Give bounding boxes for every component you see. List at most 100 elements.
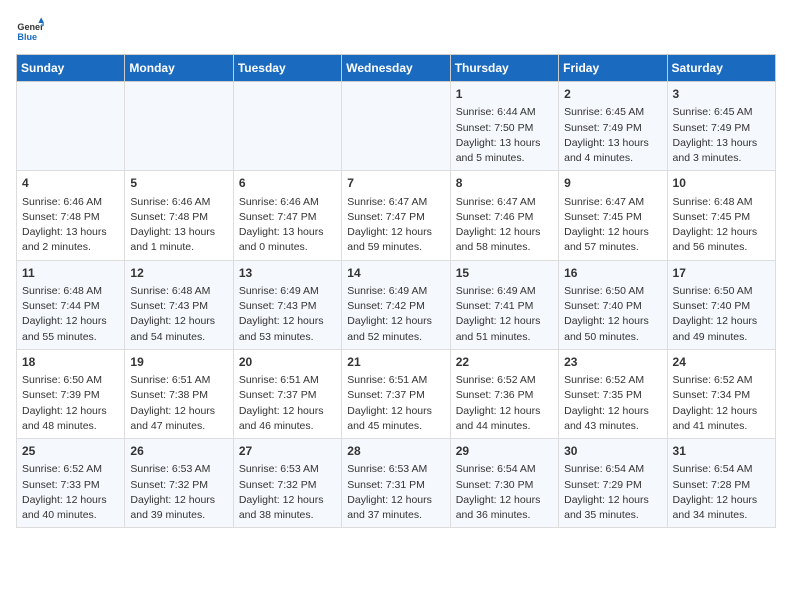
day-detail: Daylight: 12 hours [22, 314, 119, 329]
day-detail: Daylight: 12 hours [673, 404, 770, 419]
day-detail: Daylight: 12 hours [22, 493, 119, 508]
day-detail: Sunrise: 6:53 AM [347, 462, 444, 477]
day-detail: and 3 minutes. [673, 151, 770, 166]
day-number: 19 [130, 354, 227, 371]
day-detail: and 52 minutes. [347, 330, 444, 345]
calendar-cell: 30 Sunrise: 6:54 AMSunset: 7:29 PMDayligh… [559, 439, 667, 528]
day-detail: and 43 minutes. [564, 419, 661, 434]
day-number: 10 [673, 175, 770, 192]
day-detail: Sunset: 7:39 PM [22, 388, 119, 403]
weekday-header-sunday: Sunday [17, 55, 125, 82]
day-detail: Daylight: 12 hours [564, 314, 661, 329]
day-number: 18 [22, 354, 119, 371]
day-detail: Daylight: 12 hours [347, 493, 444, 508]
day-detail: Sunrise: 6:53 AM [130, 462, 227, 477]
weekday-header-saturday: Saturday [667, 55, 775, 82]
calendar-cell: 7Sunrise: 6:47 AMSunset: 7:47 PMDaylight… [342, 171, 450, 260]
day-detail: Sunrise: 6:54 AM [673, 462, 770, 477]
day-detail: and 38 minutes. [239, 508, 336, 523]
day-detail: Sunrise: 6:52 AM [22, 462, 119, 477]
day-number: 25 [22, 443, 119, 460]
day-number: 29 [456, 443, 553, 460]
day-detail: Sunset: 7:38 PM [130, 388, 227, 403]
day-detail: Sunset: 7:41 PM [456, 299, 553, 314]
day-detail: Sunrise: 6:49 AM [239, 284, 336, 299]
calendar-cell: 6Sunrise: 6:46 AMSunset: 7:47 PMDaylight… [233, 171, 341, 260]
day-detail: Sunrise: 6:48 AM [130, 284, 227, 299]
day-detail: Sunrise: 6:49 AM [456, 284, 553, 299]
day-detail: Daylight: 12 hours [239, 404, 336, 419]
day-detail: and 0 minutes. [239, 240, 336, 255]
day-detail: Sunrise: 6:53 AM [239, 462, 336, 477]
calendar-cell: 24Sunrise: 6:52 AMSunset: 7:34 PMDayligh… [667, 349, 775, 438]
day-detail: and 50 minutes. [564, 330, 661, 345]
day-detail: Daylight: 13 hours [130, 225, 227, 240]
day-number: 27 [239, 443, 336, 460]
day-number: 5 [130, 175, 227, 192]
day-detail: Sunset: 7:34 PM [673, 388, 770, 403]
day-detail: Daylight: 12 hours [239, 493, 336, 508]
day-detail: Sunset: 7:29 PM [564, 478, 661, 493]
calendar-cell: 1Sunrise: 6:44 AMSunset: 7:50 PMDaylight… [450, 82, 558, 171]
day-detail: and 48 minutes. [22, 419, 119, 434]
day-detail: and 57 minutes. [564, 240, 661, 255]
weekday-header-wednesday: Wednesday [342, 55, 450, 82]
day-detail: Daylight: 12 hours [456, 225, 553, 240]
day-detail: and 58 minutes. [456, 240, 553, 255]
day-detail: Daylight: 12 hours [673, 493, 770, 508]
day-detail: Sunset: 7:31 PM [347, 478, 444, 493]
calendar-week-1: 1Sunrise: 6:44 AMSunset: 7:50 PMDaylight… [17, 82, 776, 171]
day-detail: Sunrise: 6:47 AM [456, 195, 553, 210]
day-detail: Sunset: 7:43 PM [130, 299, 227, 314]
day-detail: Sunrise: 6:51 AM [130, 373, 227, 388]
day-number: 9 [564, 175, 661, 192]
day-detail: and 55 minutes. [22, 330, 119, 345]
day-detail: Daylight: 13 hours [239, 225, 336, 240]
day-detail: Sunset: 7:45 PM [564, 210, 661, 225]
day-detail: and 44 minutes. [456, 419, 553, 434]
calendar-cell: 15Sunrise: 6:49 AMSunset: 7:41 PMDayligh… [450, 260, 558, 349]
day-detail: Daylight: 12 hours [22, 404, 119, 419]
logo-icon: General Blue [16, 16, 44, 44]
day-detail: and 41 minutes. [673, 419, 770, 434]
day-detail: Daylight: 12 hours [456, 314, 553, 329]
day-detail: and 47 minutes. [130, 419, 227, 434]
day-detail: and 49 minutes. [673, 330, 770, 345]
calendar-cell: 26Sunrise: 6:53 AMSunset: 7:32 PMDayligh… [125, 439, 233, 528]
day-detail: Sunrise: 6:54 AM [564, 462, 661, 477]
day-number: 26 [130, 443, 227, 460]
day-detail: and 34 minutes. [673, 508, 770, 523]
day-detail: Sunset: 7:48 PM [130, 210, 227, 225]
day-detail: Sunrise: 6:48 AM [673, 195, 770, 210]
calendar-cell: 23Sunrise: 6:52 AMSunset: 7:35 PMDayligh… [559, 349, 667, 438]
day-number: 4 [22, 175, 119, 192]
day-number: 8 [456, 175, 553, 192]
day-detail: Sunset: 7:40 PM [564, 299, 661, 314]
weekday-header-thursday: Thursday [450, 55, 558, 82]
day-detail: and 5 minutes. [456, 151, 553, 166]
day-detail: Daylight: 12 hours [456, 404, 553, 419]
day-detail: Sunset: 7:46 PM [456, 210, 553, 225]
day-detail: Sunrise: 6:46 AM [239, 195, 336, 210]
day-detail: Daylight: 12 hours [673, 225, 770, 240]
calendar-cell: 3Sunrise: 6:45 AMSunset: 7:49 PMDaylight… [667, 82, 775, 171]
day-detail: Daylight: 13 hours [564, 136, 661, 151]
day-detail: Sunrise: 6:45 AM [673, 105, 770, 120]
day-detail: Sunset: 7:49 PM [673, 121, 770, 136]
day-number: 30 [564, 443, 661, 460]
day-detail: Daylight: 12 hours [130, 493, 227, 508]
day-detail: Sunset: 7:28 PM [673, 478, 770, 493]
day-detail: Sunrise: 6:50 AM [22, 373, 119, 388]
day-detail: Sunset: 7:35 PM [564, 388, 661, 403]
day-number: 2 [564, 86, 661, 103]
day-detail: Sunrise: 6:47 AM [347, 195, 444, 210]
day-detail: Sunset: 7:43 PM [239, 299, 336, 314]
day-detail: Sunset: 7:33 PM [22, 478, 119, 493]
day-detail: Daylight: 13 hours [673, 136, 770, 151]
day-detail: Sunset: 7:30 PM [456, 478, 553, 493]
day-detail: Daylight: 12 hours [564, 493, 661, 508]
day-number: 21 [347, 354, 444, 371]
day-detail: Sunrise: 6:52 AM [456, 373, 553, 388]
day-detail: and 39 minutes. [130, 508, 227, 523]
day-detail: and 59 minutes. [347, 240, 444, 255]
